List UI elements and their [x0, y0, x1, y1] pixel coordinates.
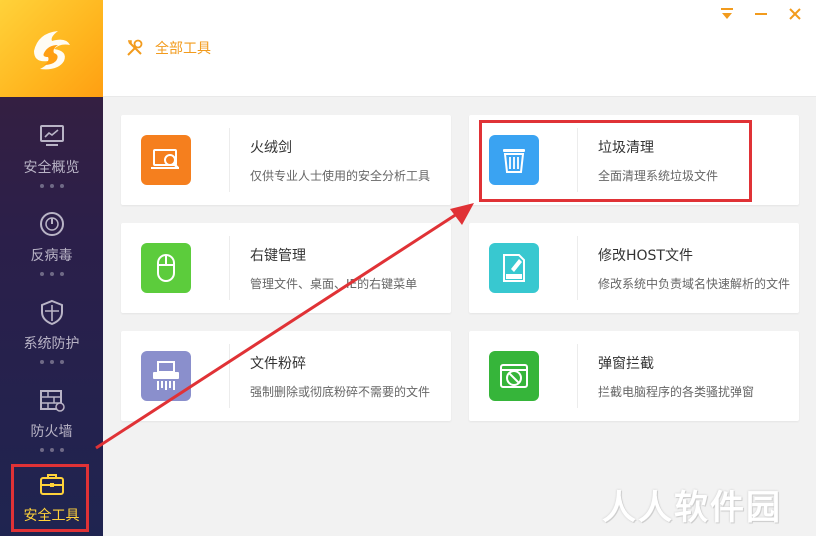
sidebar-item-firewall[interactable]: 防火墙	[0, 371, 103, 451]
gauge-icon	[37, 209, 67, 239]
monitor-icon	[37, 121, 67, 151]
tool-card-host[interactable]: 修改HOST文件 修改系统中负责域名快速解析的文件	[469, 223, 799, 313]
tool-desc: 修改系统中负责域名快速解析的文件	[598, 276, 791, 291]
sidebar-item-label: 安全概览	[23, 160, 80, 176]
tool-name: 右键管理	[250, 247, 306, 264]
tools-icon	[127, 39, 143, 56]
firewall-icon	[37, 385, 67, 415]
tool-desc: 全面清理系统垃圾文件	[598, 168, 719, 183]
sidebar-item-tools[interactable]: 安全工具	[0, 455, 103, 535]
tool-desc: 强制删除或彻底粉碎不需要的文件	[250, 384, 431, 399]
menu-button[interactable]	[716, 4, 738, 24]
tool-card-junk-clean[interactable]: 垃圾清理 全面清理系统垃圾文件	[469, 115, 799, 205]
popup-block-icon	[489, 351, 539, 401]
minimize-button[interactable]	[750, 4, 772, 24]
sidebar-item-antivirus[interactable]: 反病毒	[0, 195, 103, 275]
sidebar-item-label: 反病毒	[30, 248, 73, 264]
shield-icon	[37, 297, 67, 327]
tool-name: 修改HOST文件	[598, 247, 693, 264]
close-button[interactable]	[784, 4, 806, 24]
watermark: 人人软件园	[602, 488, 782, 528]
tool-card-file-shred[interactable]: 文件粉碎 强制删除或彻底粉碎不需要的文件	[121, 331, 451, 421]
divider-dots	[40, 360, 64, 364]
tool-card-huorongjian[interactable]: 火绒剑 仅供专业人士使用的安全分析工具	[121, 115, 451, 205]
host-file-icon	[489, 243, 539, 293]
close-icon	[789, 8, 801, 20]
window-controls	[704, 4, 806, 24]
tool-desc: 仅供专业人士使用的安全分析工具	[250, 168, 431, 183]
toolbox-icon	[37, 469, 67, 499]
tool-name: 垃圾清理	[598, 139, 654, 156]
sidebar: 安全概览 反病毒 系统防护 防火墙 安全工具	[0, 0, 103, 536]
divider-dots	[40, 184, 64, 188]
trash-icon	[489, 135, 539, 185]
menu-down-icon	[721, 8, 733, 19]
tool-desc: 管理文件、桌面、IE的右键菜单	[250, 276, 418, 291]
tool-card-context-menu[interactable]: 右键管理 管理文件、桌面、IE的右键菜单	[121, 223, 451, 313]
minimize-icon	[755, 13, 767, 15]
sidebar-item-label: 系统防护	[23, 336, 80, 352]
huorong-logo-icon	[33, 30, 70, 69]
tool-card-popup-block[interactable]: 弹窗拦截 拦截电脑程序的各类骚扰弹窗	[469, 331, 799, 421]
tool-name: 文件粉碎	[250, 355, 306, 372]
shredder-icon	[141, 351, 191, 401]
sidebar-item-overview[interactable]: 安全概览	[0, 107, 103, 187]
tool-name: 弹窗拦截	[598, 355, 654, 372]
tool-desc: 拦截电脑程序的各类骚扰弹窗	[598, 384, 755, 399]
tool-name: 火绒剑	[250, 139, 292, 156]
divider-dots	[40, 272, 64, 276]
mouse-icon	[141, 243, 191, 293]
divider-dots	[40, 448, 64, 452]
sidebar-item-protection[interactable]: 系统防护	[0, 283, 103, 363]
magnifier-laptop-icon	[141, 135, 191, 185]
header: 全部工具	[103, 0, 816, 97]
page-title-text: 全部工具	[155, 41, 211, 57]
app-logo	[0, 0, 103, 97]
sidebar-item-label: 防火墙	[30, 424, 73, 440]
page-title: 全部工具	[125, 38, 211, 58]
sidebar-item-label: 安全工具	[23, 508, 80, 524]
